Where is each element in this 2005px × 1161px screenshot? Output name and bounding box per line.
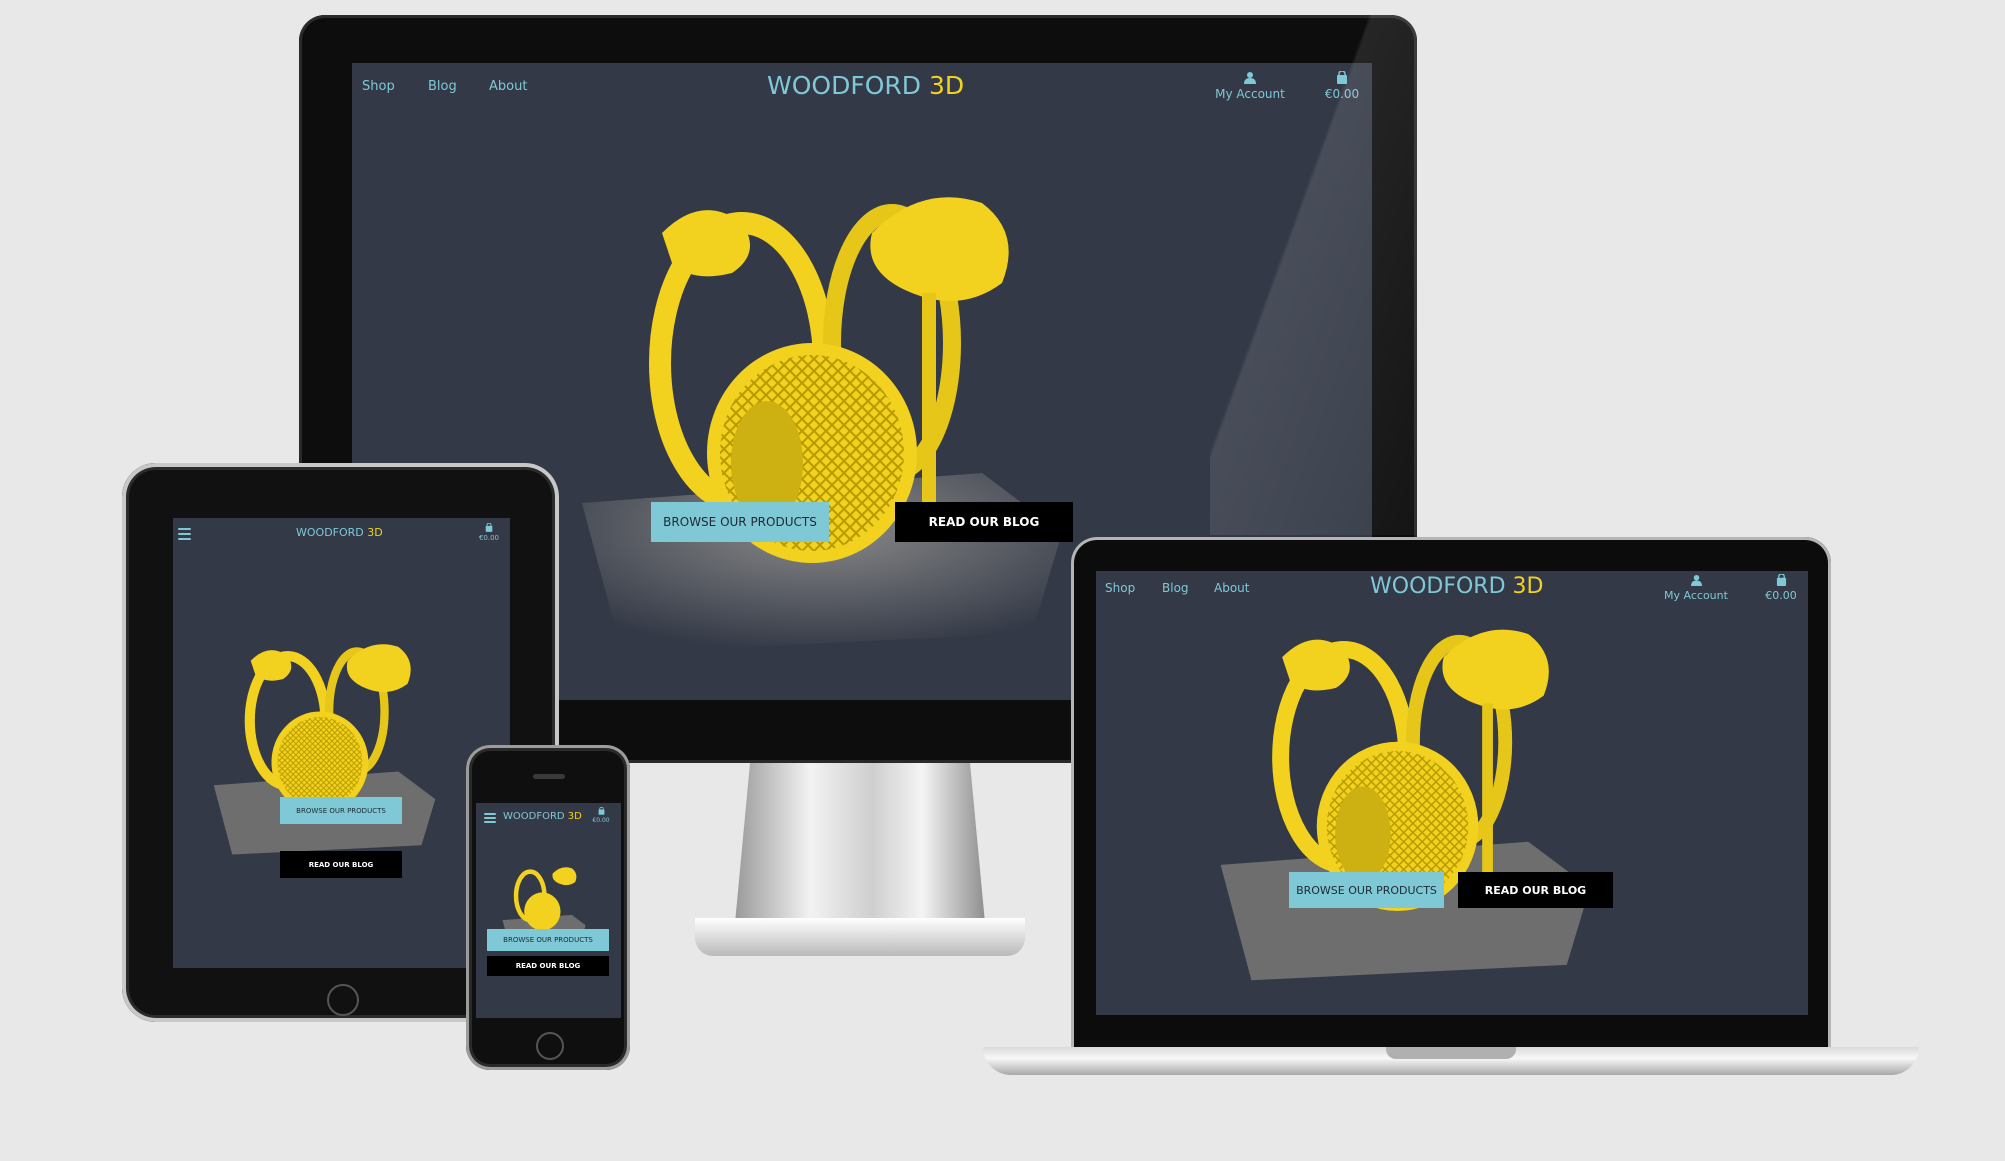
logo-main-text: WOODFORD (1370, 574, 1506, 599)
cart-total: €0.00 (478, 534, 500, 542)
laptop-screen: Shop Blog About WOODFORD 3D My Account €… (1096, 571, 1808, 1015)
nav-blog-link[interactable]: Blog (1162, 581, 1189, 595)
nav-shop-link[interactable]: Shop (362, 79, 395, 94)
read-blog-button[interactable]: READ OUR BLOG (895, 502, 1073, 542)
nav-blog-link[interactable]: Blog (428, 79, 457, 94)
site-logo[interactable]: WOODFORD 3D (767, 71, 964, 100)
my-account-link[interactable]: My Account (1658, 574, 1734, 602)
read-blog-button[interactable]: READ OUR BLOG (487, 956, 609, 976)
laptop-notch (1386, 1047, 1516, 1059)
tablet-home-button (327, 984, 359, 1016)
hero-image-rings (213, 644, 436, 855)
hamburger-menu-icon[interactable] (178, 528, 191, 540)
hero-image-rings (1220, 629, 1590, 981)
browse-products-button[interactable]: BROWSE OUR PRODUCTS (1289, 872, 1444, 908)
user-icon (1690, 574, 1702, 586)
logo-accent-text: 3D (567, 811, 582, 822)
cart-total: €0.00 (592, 817, 610, 824)
phone-speaker (533, 774, 565, 779)
cart-total: €0.00 (1765, 589, 1797, 602)
nav-about-link[interactable]: About (489, 79, 527, 94)
desktop-monitor-foot (695, 918, 1025, 956)
cart-link[interactable]: €0.00 (1317, 70, 1367, 101)
logo-accent-text: 3D (367, 526, 383, 539)
nav-shop-link[interactable]: Shop (1105, 581, 1135, 595)
desktop-monitor-stand (735, 763, 985, 923)
shopping-bag-icon (1776, 573, 1786, 586)
tablet-screen: WOODFORD 3D €0.00 BROWSE OUR PRODUCTS RE… (173, 518, 510, 968)
browse-products-button[interactable]: BROWSE OUR PRODUCTS (487, 929, 609, 951)
browse-products-button[interactable]: BROWSE OUR PRODUCTS (280, 797, 402, 824)
logo-accent-text: 3D (1512, 574, 1544, 599)
user-icon (1244, 72, 1256, 84)
my-account-link[interactable]: My Account (1210, 71, 1290, 101)
cart-link[interactable]: €0.00 (1759, 573, 1803, 602)
logo-accent-text: 3D (928, 71, 965, 100)
cart-link[interactable]: €0.00 (476, 522, 502, 542)
my-account-label: My Account (1664, 589, 1728, 602)
site-logo[interactable]: WOODFORD 3D (296, 526, 383, 539)
site-logo[interactable]: WOODFORD 3D (1370, 574, 1543, 599)
shopping-bag-icon (598, 806, 604, 815)
cart-total: €0.00 (1324, 87, 1360, 101)
cart-link[interactable]: €0.00 (588, 806, 614, 824)
logo-main-text: WOODFORD (296, 526, 364, 539)
site-logo[interactable]: WOODFORD 3D (503, 811, 582, 822)
shopping-bag-icon (485, 522, 493, 532)
logo-main-text: WOODFORD (767, 71, 922, 100)
phone-screen: WOODFORD 3D €0.00 BROWSE OUR PRODUCTS RE… (476, 803, 621, 1018)
nav-about-link[interactable]: About (1214, 581, 1249, 595)
hamburger-menu-icon[interactable] (484, 813, 496, 823)
browse-products-button[interactable]: BROWSE OUR PRODUCTS (651, 502, 829, 542)
my-account-label: My Account (1215, 87, 1285, 101)
read-blog-button[interactable]: READ OUR BLOG (280, 851, 402, 878)
shopping-bag-icon (1337, 70, 1347, 84)
phone-home-button (536, 1032, 564, 1060)
logo-main-text: WOODFORD (503, 811, 565, 822)
read-blog-button[interactable]: READ OUR BLOG (1458, 872, 1613, 908)
